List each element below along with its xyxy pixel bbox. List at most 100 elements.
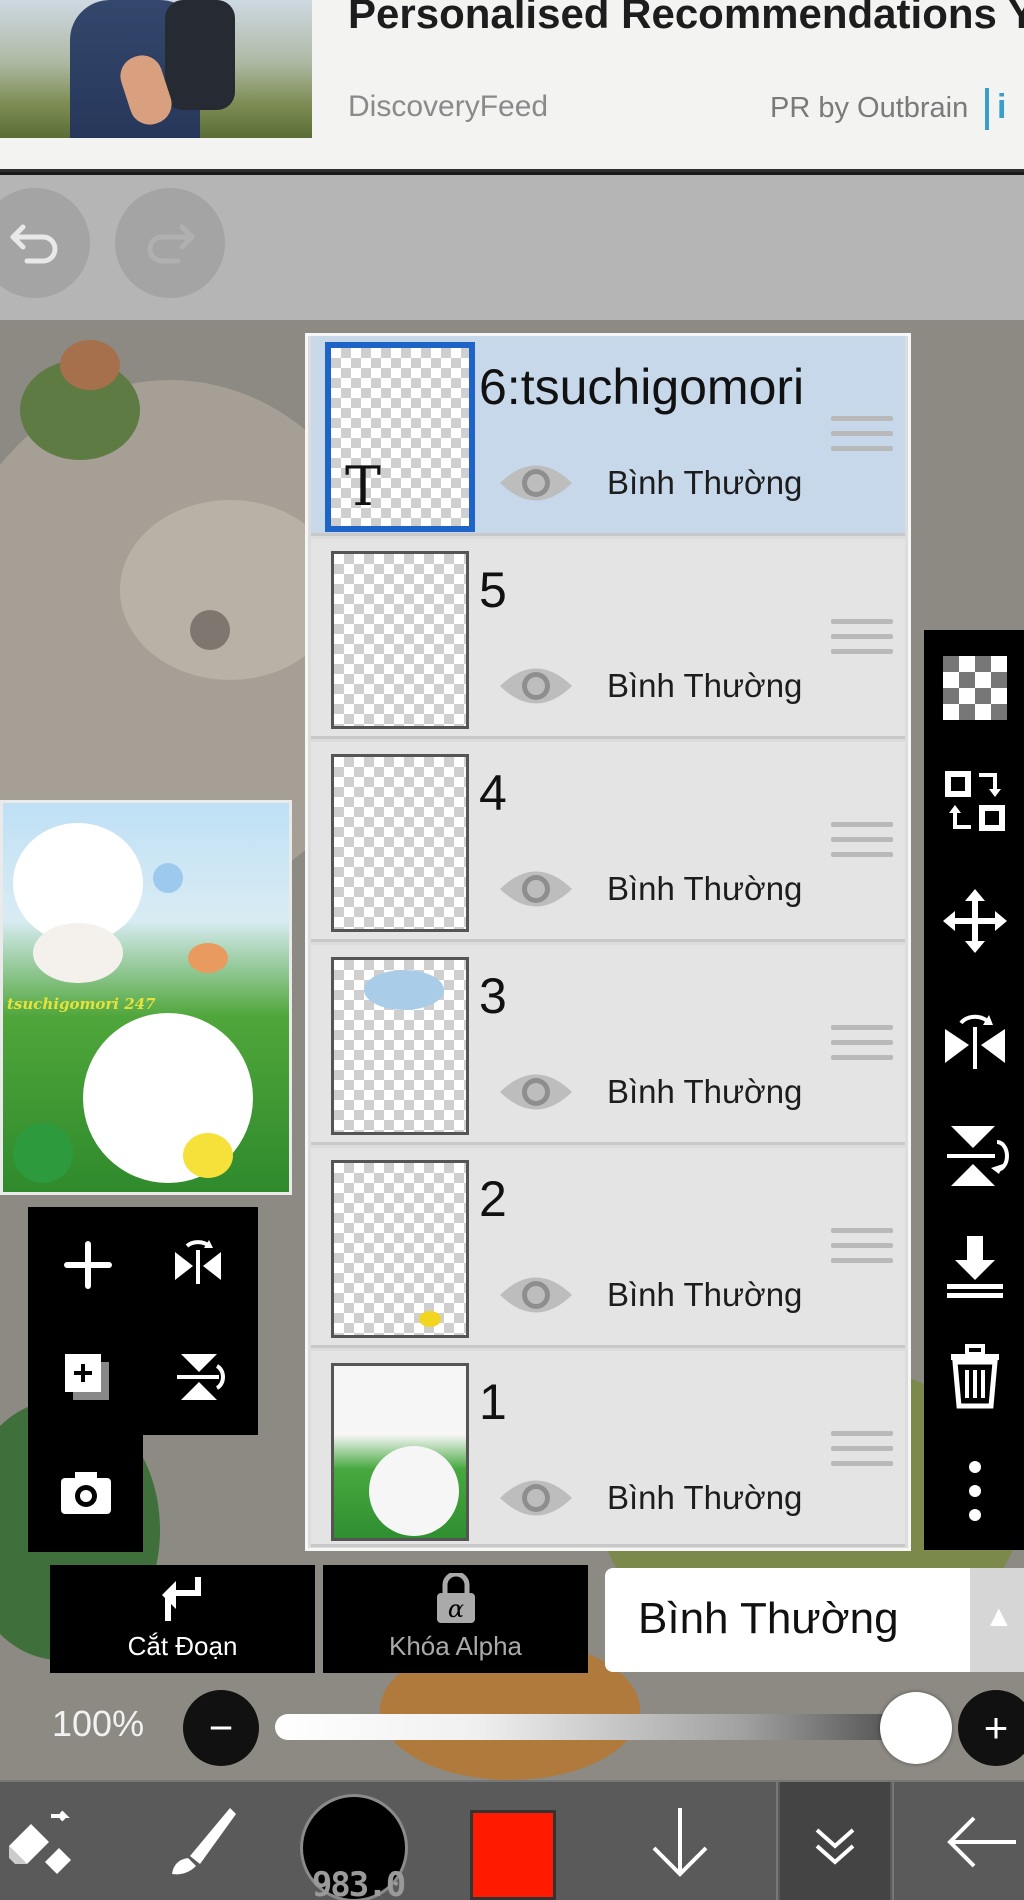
color-swatch[interactable] <box>470 1810 556 1900</box>
ad-banner[interactable]: Personalised Recommendations You Can't M… <box>0 0 1024 172</box>
layer-name: 4 <box>479 765 507 821</box>
visibility-eye-icon[interactable] <box>496 458 576 508</box>
drag-handle-icon[interactable] <box>831 1431 893 1481</box>
merge-down-icon <box>947 1236 1003 1298</box>
flip-horizontal-tool[interactable] <box>939 1005 1011 1077</box>
swap-layer-icon <box>945 771 1005 831</box>
layer-thumbnail[interactable] <box>331 1160 469 1338</box>
merge-down-button[interactable] <box>939 1230 1011 1302</box>
thumb-cloud <box>364 970 444 1010</box>
layer-name: 1 <box>479 1374 507 1430</box>
plus-icon: + <box>983 1704 1009 1751</box>
blend-mode-select[interactable]: Bình Thường <box>605 1568 970 1672</box>
preview-flower <box>153 863 183 893</box>
more-options-button[interactable] <box>939 1455 1011 1527</box>
visibility-eye-icon[interactable] <box>496 1067 576 1117</box>
brush-size-indicator[interactable]: 983.0 <box>300 1794 408 1900</box>
drag-handle-icon[interactable] <box>831 1025 893 1075</box>
drag-handle-icon[interactable] <box>831 416 893 466</box>
opacity-decrease-button[interactable]: − <box>183 1690 259 1766</box>
bottom-navigation: 983.0 <box>0 1780 1024 1900</box>
clipping-button[interactable]: Cắt Đoạn <box>50 1565 315 1673</box>
thumb-shape <box>369 1446 459 1536</box>
app-root: Personalised Recommendations You Can't M… <box>0 0 1024 1900</box>
ad-title[interactable]: Personalised Recommendations You Can't M… <box>348 0 1024 40</box>
layer-thumbnail[interactable] <box>331 754 469 932</box>
drag-handle-icon[interactable] <box>831 822 893 872</box>
opacity-slider[interactable] <box>275 1714 945 1740</box>
layer-row[interactable]: 4 Bình Thường <box>311 742 905 942</box>
flip-vertical-tool[interactable] <box>939 1120 1011 1192</box>
delete-layer-button[interactable] <box>939 1340 1011 1412</box>
layer-thumbnail[interactable] <box>331 957 469 1135</box>
ad-image[interactable] <box>0 0 312 138</box>
transparent-fill-button[interactable] <box>939 652 1011 724</box>
visibility-eye-icon[interactable] <box>496 864 576 914</box>
clipping-arrow-icon <box>162 1577 201 1621</box>
redo-button[interactable] <box>115 188 225 298</box>
visibility-eye-icon[interactable] <box>496 1270 576 1320</box>
layer-name: 5 <box>479 562 507 618</box>
preview-character <box>33 923 123 983</box>
layer-thumbnail[interactable] <box>331 551 469 729</box>
chevron-up-icon: ▲ <box>984 1600 1014 1633</box>
nav-divider <box>892 1782 894 1900</box>
layer-blend-mode: Bình Thường <box>607 1276 803 1313</box>
brush-size-value: 983.0 <box>311 1865 406 1900</box>
lock-icon: α <box>437 1573 475 1623</box>
visibility-eye-icon[interactable] <box>496 1473 576 1523</box>
eraser-swap-icon <box>9 1810 71 1874</box>
arrow-left-icon <box>946 1816 1016 1868</box>
ad-sponsor-label[interactable]: PR by Outbrain <box>770 92 968 125</box>
opacity-increase-button[interactable]: + <box>958 1690 1024 1766</box>
drag-handle-icon[interactable] <box>831 1228 893 1278</box>
blend-mode-dropdown-button[interactable]: ▲ <box>970 1568 1024 1672</box>
plus-icon <box>64 1241 112 1289</box>
camera-icon <box>61 1472 111 1514</box>
import-photo-button[interactable] <box>36 1443 136 1543</box>
brush-tool-button[interactable] <box>145 1782 255 1900</box>
opacity-slider-thumb[interactable] <box>880 1692 952 1764</box>
layer-thumbnail[interactable] <box>331 1363 469 1541</box>
outbrain-logo-glyph: i <box>997 88 1007 126</box>
clipping-label: Cắt Đoạn <box>127 1631 238 1661</box>
right-toolbar <box>924 630 1024 1550</box>
layer-row[interactable]: 5 Bình Thường <box>311 539 905 739</box>
canvas-preview[interactable]: tsuchigomori 247 <box>0 800 292 1195</box>
duplicate-layer-icon <box>65 1354 109 1400</box>
double-chevron-down-icon <box>815 1828 855 1865</box>
flip-horizontal-button[interactable] <box>148 1215 248 1315</box>
layer-blend-mode: Bình Thường <box>607 464 803 501</box>
undo-button[interactable] <box>0 188 90 298</box>
drag-handle-icon[interactable] <box>831 619 893 669</box>
visibility-eye-icon[interactable] <box>496 661 576 711</box>
alpha-lock-label: Khóa Alpha <box>388 1631 522 1661</box>
flip-vertical-button[interactable] <box>148 1327 248 1427</box>
layer-row[interactable]: 2 Bình Thường <box>311 1148 905 1348</box>
flip-vertical-icon <box>177 1354 225 1400</box>
alpha-lock-button[interactable]: α Khóa Alpha <box>323 1565 588 1673</box>
layer-row[interactable]: T 6:tsuchigomori Bình Thường <box>311 336 905 536</box>
duplicate-layer-button[interactable] <box>38 1327 138 1427</box>
canvas-flower <box>60 340 120 390</box>
layer-name: 6:tsuchigomori <box>479 359 805 415</box>
nav-divider <box>776 1782 778 1900</box>
layers-toggle-button[interactable] <box>780 1782 890 1900</box>
undo-icon <box>10 224 58 264</box>
layer-thumbnail[interactable]: T <box>325 342 475 532</box>
minus-icon: − <box>208 1704 234 1751</box>
outbrain-logo-icon[interactable]: i <box>985 88 1024 130</box>
top-toolbar <box>0 175 1024 320</box>
back-button[interactable] <box>935 1782 1024 1900</box>
add-layer-button[interactable] <box>38 1215 138 1315</box>
layer-row[interactable]: 3 Bình Thường <box>311 945 905 1145</box>
trash-icon <box>951 1344 999 1409</box>
move-button[interactable] <box>939 885 1011 957</box>
scroll-down-button[interactable] <box>630 1782 730 1900</box>
layer-row[interactable]: 1 Bình Thường <box>311 1351 905 1547</box>
selection-tool-button[interactable] <box>0 1782 90 1900</box>
opacity-label: 100% <box>52 1703 145 1744</box>
swap-layers-button[interactable] <box>939 765 1011 837</box>
layers-panel: T 6:tsuchigomori Bình Thường 5 Bình Thườ… <box>305 333 911 1551</box>
layer-blend-mode: Bình Thường <box>607 1479 803 1516</box>
